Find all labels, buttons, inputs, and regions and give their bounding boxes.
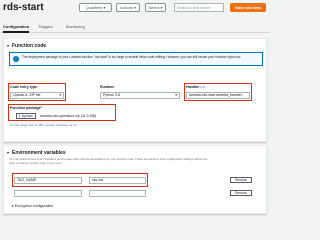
handler-input[interactable]: lambda-rds-start.lambda_handler [186, 92, 250, 99]
package-label: Function package* [10, 106, 42, 110]
function-code-title: Function code [12, 43, 47, 49]
runtime-value: Python 3.6 [103, 93, 121, 97]
collapse-caret-icon[interactable]: ▾ [7, 43, 9, 48]
tab-bar: Configuration Triggers Monitoring [0, 22, 269, 33]
encryption-config-toggle[interactable]: ▸ Encryption configuration [12, 204, 53, 208]
test-event-select[interactable]: Select a test event [174, 3, 224, 12]
env-description: You can define Environment Variables as … [9, 157, 208, 165]
collapse-caret-icon[interactable]: ▾ [7, 150, 9, 155]
page-title: rds-start [3, 2, 44, 13]
info-alert: i The deployment package of your Lambda … [9, 52, 263, 66]
lambda-console: rds-start Qualifiers ▾ Actions ▾ Select … [0, 0, 269, 214]
environment-variables-panel: ▾ Environment variables You can define E… [3, 145, 267, 214]
function-code-panel: ▾ Function code i The deployment package… [3, 38, 267, 142]
tab-triggers[interactable]: Triggers [38, 24, 53, 29]
package-filename: lambda-rds-operation.zip (11.0 MB) [40, 114, 97, 118]
page-header: rds-start Qualifiers ▾ Actions ▾ Select … [0, 0, 269, 16]
env-key-input[interactable]: TAG_NAME [14, 177, 82, 184]
upload-icon: ⇪ [18, 114, 21, 118]
handler-info-link[interactable]: Info [200, 85, 205, 89]
chevron-down-icon: ▾ [59, 93, 61, 97]
env-value-input[interactable]: rds-rds [89, 177, 146, 184]
info-icon: i [13, 56, 19, 62]
tab-monitoring[interactable]: Monitoring [66, 24, 85, 29]
upload-button[interactable]: ⇪ Upload [16, 113, 36, 119]
alert-text: The deployment package of your Lambda fu… [22, 55, 241, 59]
env-value-input-empty[interactable] [89, 190, 146, 197]
qualifiers-button[interactable]: Qualifiers ▾ [79, 3, 112, 12]
upload-label: Upload [21, 114, 33, 118]
select-button[interactable]: Select ▾ [145, 3, 166, 12]
remove-button-2[interactable]: Remove [230, 190, 252, 196]
tab-configuration[interactable]: Configuration [3, 24, 30, 33]
runtime-select[interactable]: Python 3.6 ▾ [100, 92, 180, 99]
size-hint: For files larger than 10 MB, consider up… [10, 123, 78, 127]
save-and-test-button[interactable]: Save and test [230, 3, 266, 12]
code-entry-select[interactable]: Upload a .ZIP file ▾ [10, 92, 64, 99]
env-key-input-empty[interactable] [14, 190, 82, 197]
code-entry-label: Code entry type [10, 85, 38, 89]
remove-button[interactable]: Remove [230, 177, 252, 183]
handler-label-text: Handler [186, 85, 200, 89]
actions-button[interactable]: Actions ▾ [116, 3, 140, 12]
env-title: Environment variables [12, 150, 66, 156]
runtime-label: Runtime [100, 85, 115, 89]
handler-label: Handler Info [186, 85, 205, 89]
chevron-down-icon: ▾ [175, 93, 177, 97]
code-entry-value: Upload a .ZIP file [13, 93, 41, 97]
package-row: ⇪ Upload lambda-rds-operation.zip (11.0 … [10, 112, 114, 120]
